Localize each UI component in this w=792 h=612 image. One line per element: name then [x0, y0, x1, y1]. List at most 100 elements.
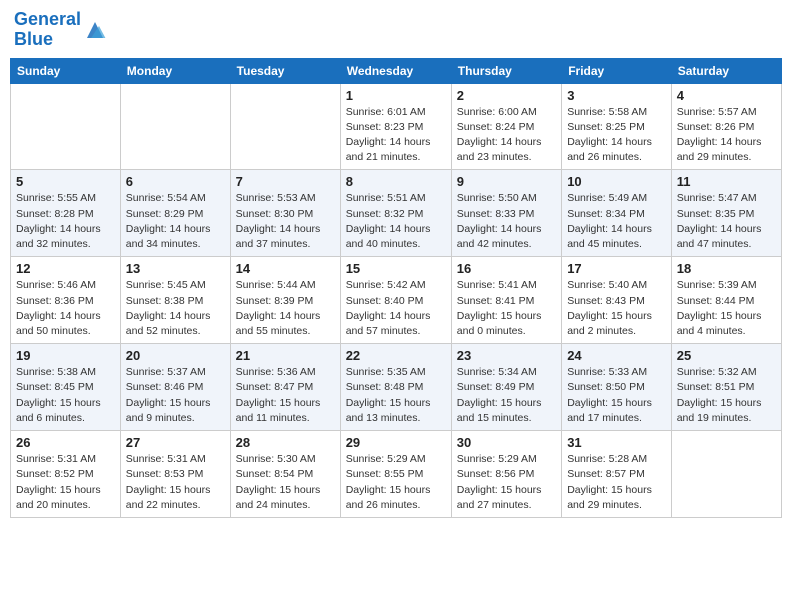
header-saturday: Saturday	[671, 58, 781, 83]
day-number: 13	[126, 261, 225, 276]
calendar-cell: 6 Sunrise: 5:54 AM Sunset: 8:29 PM Daylig…	[120, 170, 230, 257]
day-detail: Sunrise: 5:44 AM Sunset: 8:39 PM Dayligh…	[236, 278, 335, 339]
day-detail: Sunrise: 5:38 AM Sunset: 8:45 PM Dayligh…	[16, 365, 115, 426]
calendar-week-row: 26Sunrise: 5:31 AM Sunset: 8:52 PM Dayli…	[11, 431, 782, 518]
calendar-cell: 22Sunrise: 5:35 AM Sunset: 8:48 PM Dayli…	[340, 344, 451, 431]
calendar-cell: 15 Sunrise: 5:42 AM Sunset: 8:40 PM Dayli…	[340, 257, 451, 344]
day-detail: Sunrise: 5:35 AM Sunset: 8:48 PM Dayligh…	[346, 365, 446, 426]
day-number: 7	[236, 174, 335, 189]
day-detail: Sunrise: 5:50 AM Sunset: 8:33 PM Dayligh…	[457, 191, 556, 252]
day-number: 16	[457, 261, 556, 276]
calendar-week-row: 12 Sunrise: 5:46 AM Sunset: 8:36 PM Dayli…	[11, 257, 782, 344]
day-number: 12	[16, 261, 115, 276]
calendar-cell	[120, 83, 230, 170]
calendar-cell: 16 Sunrise: 5:41 AM Sunset: 8:41 PM Dayli…	[451, 257, 561, 344]
calendar-cell	[671, 431, 781, 518]
day-number: 24	[567, 348, 666, 363]
calendar-cell: 3 Sunrise: 5:58 AM Sunset: 8:25 PM Daylig…	[562, 83, 672, 170]
calendar-cell: 28 Sunrise: 5:30 AM Sunset: 8:54 PM Dayli…	[230, 431, 340, 518]
day-number: 6	[126, 174, 225, 189]
calendar-cell: 19 Sunrise: 5:38 AM Sunset: 8:45 PM Dayli…	[11, 344, 121, 431]
calendar-cell: 21 Sunrise: 5:36 AM Sunset: 8:47 PM Dayli…	[230, 344, 340, 431]
day-detail: Sunrise: 5:49 AM Sunset: 8:34 PM Dayligh…	[567, 191, 666, 252]
day-number: 5	[16, 174, 115, 189]
calendar-cell: 29 Sunrise: 5:29 AM Sunset: 8:55 PM Dayli…	[340, 431, 451, 518]
page-header: General Blue	[10, 10, 782, 50]
day-number: 26	[16, 435, 115, 450]
calendar-cell: 26Sunrise: 5:31 AM Sunset: 8:52 PM Dayli…	[11, 431, 121, 518]
day-detail: Sunrise: 5:36 AM Sunset: 8:47 PM Dayligh…	[236, 365, 335, 426]
calendar-cell: 2 Sunrise: 6:00 AM Sunset: 8:24 PM Daylig…	[451, 83, 561, 170]
calendar-cell: 10Sunrise: 5:49 AM Sunset: 8:34 PM Dayli…	[562, 170, 672, 257]
day-number: 19	[16, 348, 115, 363]
calendar-cell: 17 Sunrise: 5:40 AM Sunset: 8:43 PM Dayli…	[562, 257, 672, 344]
calendar-cell: 20 Sunrise: 5:37 AM Sunset: 8:46 PM Dayli…	[120, 344, 230, 431]
day-detail: Sunrise: 5:34 AM Sunset: 8:49 PM Dayligh…	[457, 365, 556, 426]
calendar-cell: 14 Sunrise: 5:44 AM Sunset: 8:39 PM Dayli…	[230, 257, 340, 344]
calendar-cell: 18Sunrise: 5:39 AM Sunset: 8:44 PM Dayli…	[671, 257, 781, 344]
calendar-cell: 23 Sunrise: 5:34 AM Sunset: 8:49 PM Dayli…	[451, 344, 561, 431]
day-number: 30	[457, 435, 556, 450]
calendar-cell: 4Sunrise: 5:57 AM Sunset: 8:26 PM Daylig…	[671, 83, 781, 170]
day-detail: Sunrise: 5:30 AM Sunset: 8:54 PM Dayligh…	[236, 452, 335, 513]
day-detail: Sunrise: 5:46 AM Sunset: 8:36 PM Dayligh…	[16, 278, 115, 339]
day-number: 3	[567, 88, 666, 103]
calendar-cell: 24Sunrise: 5:33 AM Sunset: 8:50 PM Dayli…	[562, 344, 672, 431]
calendar-cell: 8 Sunrise: 5:51 AM Sunset: 8:32 PM Daylig…	[340, 170, 451, 257]
day-number: 29	[346, 435, 446, 450]
day-number: 1	[346, 88, 446, 103]
day-detail: Sunrise: 5:58 AM Sunset: 8:25 PM Dayligh…	[567, 105, 666, 166]
day-detail: Sunrise: 5:55 AM Sunset: 8:28 PM Dayligh…	[16, 191, 115, 252]
day-number: 21	[236, 348, 335, 363]
calendar-week-row: 5 Sunrise: 5:55 AM Sunset: 8:28 PM Daylig…	[11, 170, 782, 257]
header-thursday: Thursday	[451, 58, 561, 83]
day-number: 23	[457, 348, 556, 363]
day-number: 14	[236, 261, 335, 276]
calendar-cell: 25 Sunrise: 5:32 AM Sunset: 8:51 PM Dayli…	[671, 344, 781, 431]
day-number: 17	[567, 261, 666, 276]
day-detail: Sunrise: 5:40 AM Sunset: 8:43 PM Dayligh…	[567, 278, 666, 339]
day-number: 11	[677, 174, 776, 189]
day-number: 31	[567, 435, 666, 450]
day-detail: Sunrise: 6:00 AM Sunset: 8:24 PM Dayligh…	[457, 105, 556, 166]
calendar-cell: 31 Sunrise: 5:28 AM Sunset: 8:57 PM Dayli…	[562, 431, 672, 518]
day-number: 15	[346, 261, 446, 276]
calendar-cell: 12 Sunrise: 5:46 AM Sunset: 8:36 PM Dayli…	[11, 257, 121, 344]
calendar-cell: 1 Sunrise: 6:01 AM Sunset: 8:23 PM Daylig…	[340, 83, 451, 170]
calendar-cell: 13Sunrise: 5:45 AM Sunset: 8:38 PM Dayli…	[120, 257, 230, 344]
calendar-week-row: 19 Sunrise: 5:38 AM Sunset: 8:45 PM Dayli…	[11, 344, 782, 431]
day-detail: Sunrise: 5:29 AM Sunset: 8:55 PM Dayligh…	[346, 452, 446, 513]
day-detail: Sunrise: 5:31 AM Sunset: 8:53 PM Dayligh…	[126, 452, 225, 513]
day-detail: Sunrise: 5:53 AM Sunset: 8:30 PM Dayligh…	[236, 191, 335, 252]
day-number: 25	[677, 348, 776, 363]
calendar-cell	[230, 83, 340, 170]
header-sunday: Sunday	[11, 58, 121, 83]
day-detail: Sunrise: 5:47 AM Sunset: 8:35 PM Dayligh…	[677, 191, 776, 252]
day-detail: Sunrise: 5:51 AM Sunset: 8:32 PM Dayligh…	[346, 191, 446, 252]
day-detail: Sunrise: 5:54 AM Sunset: 8:29 PM Dayligh…	[126, 191, 225, 252]
calendar-cell: 7 Sunrise: 5:53 AM Sunset: 8:30 PM Daylig…	[230, 170, 340, 257]
day-detail: Sunrise: 5:41 AM Sunset: 8:41 PM Dayligh…	[457, 278, 556, 339]
day-number: 9	[457, 174, 556, 189]
day-number: 20	[126, 348, 225, 363]
calendar-cell: 30Sunrise: 5:29 AM Sunset: 8:56 PM Dayli…	[451, 431, 561, 518]
calendar-cell: 11 Sunrise: 5:47 AM Sunset: 8:35 PM Dayli…	[671, 170, 781, 257]
day-detail: Sunrise: 5:37 AM Sunset: 8:46 PM Dayligh…	[126, 365, 225, 426]
day-detail: Sunrise: 5:42 AM Sunset: 8:40 PM Dayligh…	[346, 278, 446, 339]
day-number: 18	[677, 261, 776, 276]
day-number: 27	[126, 435, 225, 450]
header-friday: Friday	[562, 58, 672, 83]
calendar-week-row: 1 Sunrise: 6:01 AM Sunset: 8:23 PM Daylig…	[11, 83, 782, 170]
day-number: 28	[236, 435, 335, 450]
day-number: 8	[346, 174, 446, 189]
logo-icon	[83, 18, 107, 42]
day-detail: Sunrise: 5:32 AM Sunset: 8:51 PM Dayligh…	[677, 365, 776, 426]
day-number: 2	[457, 88, 556, 103]
calendar-cell	[11, 83, 121, 170]
calendar-cell: 9 Sunrise: 5:50 AM Sunset: 8:33 PM Daylig…	[451, 170, 561, 257]
day-detail: Sunrise: 5:28 AM Sunset: 8:57 PM Dayligh…	[567, 452, 666, 513]
calendar-table: SundayMondayTuesdayWednesdayThursdayFrid…	[10, 58, 782, 518]
day-detail: Sunrise: 5:57 AM Sunset: 8:26 PM Dayligh…	[677, 105, 776, 166]
calendar-header-row: SundayMondayTuesdayWednesdayThursdayFrid…	[11, 58, 782, 83]
day-detail: Sunrise: 6:01 AM Sunset: 8:23 PM Dayligh…	[346, 105, 446, 166]
